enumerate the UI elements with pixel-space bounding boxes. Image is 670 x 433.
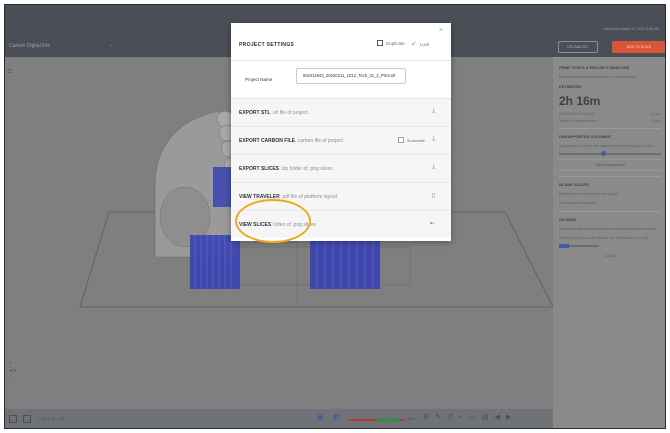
project-title[interactable]: Carbon Digital File: [9, 43, 50, 49]
coordinates-readout: x 153 y 36 z 33: [37, 416, 65, 421]
modal-title: PROJECT SETTINGS: [239, 42, 295, 48]
islands-pager[interactable]: 1 of 24: [559, 253, 661, 258]
export-stl-row[interactable]: EXPORT STL .stl file of project ⤓: [231, 98, 451, 126]
duplicate-button[interactable]: Duplicate: [377, 40, 405, 46]
bottom-toolbar: x 153 y 36 z 33 ▣ ◩ 43% ⚙✎↺◐▭▤◀▶: [5, 409, 553, 428]
blank-slices-title: BLANK SLICES: [559, 182, 589, 187]
highlight-circle: [235, 199, 311, 243]
lock-button[interactable]: ✓ Lock: [411, 40, 429, 48]
islands-slider[interactable]: [559, 244, 599, 248]
document-icon[interactable]: ▯: [432, 192, 435, 199]
check-icon: ✓: [411, 41, 417, 48]
chevron-down-icon[interactable]: ⌄: [109, 42, 113, 48]
toolbar-icons[interactable]: ⚙✎↺◐▭▤◀▶: [423, 413, 517, 421]
estimates-label: ESTIMATES: [559, 84, 582, 89]
grid-icon[interactable]: [9, 415, 17, 423]
close-icon[interactable]: ×: [439, 27, 443, 34]
islands-title: ISLANDS: [559, 217, 577, 222]
duplicate-icon: [377, 40, 383, 46]
arrow-icon[interactable]: ⇤: [430, 220, 435, 227]
right-panel: PRINT STATS & PROJECT ANALYSIS Estimated…: [553, 57, 665, 428]
download-icon[interactable]: ⤓: [432, 136, 435, 143]
app-window: Carbon Digital File ⌄ Last saved March 1…: [4, 4, 666, 429]
export-carbon-row[interactable]: EXPORT CARBON FILE .carbon file of proje…: [231, 126, 451, 154]
part-tools-icon[interactable]: ▣ ◩: [317, 413, 344, 421]
slice-percent: 43%: [407, 416, 416, 421]
islands-status: We found 11 slices with islands. The fir…: [559, 236, 653, 240]
blank-slices-desc: Blank slices are detected in the layout.: [559, 192, 619, 196]
print-stats-desc: Estimated print time and volume for curr…: [559, 75, 638, 79]
layers-icon[interactable]: ⧉: [7, 69, 11, 76]
blank-slices-status: No blank slices detected: [559, 201, 597, 205]
project-name-input[interactable]: 801011942_20220211_1012_Tech_01_2_Print.…: [296, 68, 406, 84]
support-volume-row: Total but support volume 14 mL: [559, 119, 661, 123]
view-controls-icon[interactable]: + ◂ ▸ −: [9, 361, 17, 380]
saved-status: Last saved March 17, 2022 8:35 AM: [602, 27, 659, 31]
shareable-checkbox[interactable]: Shareable: [397, 137, 425, 143]
download-icon[interactable]: ⤓: [432, 164, 435, 171]
resin-volume-row: RESIN WITH VOLUME 31 mL: [559, 112, 661, 116]
print-stats-title: PRINT STATS & PROJECT ANALYSIS: [559, 65, 630, 70]
add-to-build-button[interactable]: ADD TO BUILD: [612, 41, 665, 53]
project-name-label: Project Name: [245, 77, 273, 82]
show-unsupported-button[interactable]: Show unsupported: [559, 159, 661, 171]
unsupported-slider[interactable]: [559, 151, 661, 156]
export-slices-row[interactable]: EXPORT SLICES .zip folder of .png slices…: [231, 154, 451, 182]
print-time: 2h 16m: [559, 94, 601, 108]
download-icon[interactable]: ⤓: [432, 108, 435, 115]
view-icon[interactable]: [23, 415, 31, 423]
unsupported-desc: Unsupported volumes are regions that nee…: [559, 144, 655, 148]
slice-slider[interactable]: [349, 418, 405, 422]
upload-stl-button[interactable]: UPLOAD STL: [558, 41, 598, 53]
islands-desc: Islands are disconnected regions of the …: [559, 227, 658, 231]
unsupported-title: UNSUPPORTED VOLUMES: [559, 134, 611, 139]
